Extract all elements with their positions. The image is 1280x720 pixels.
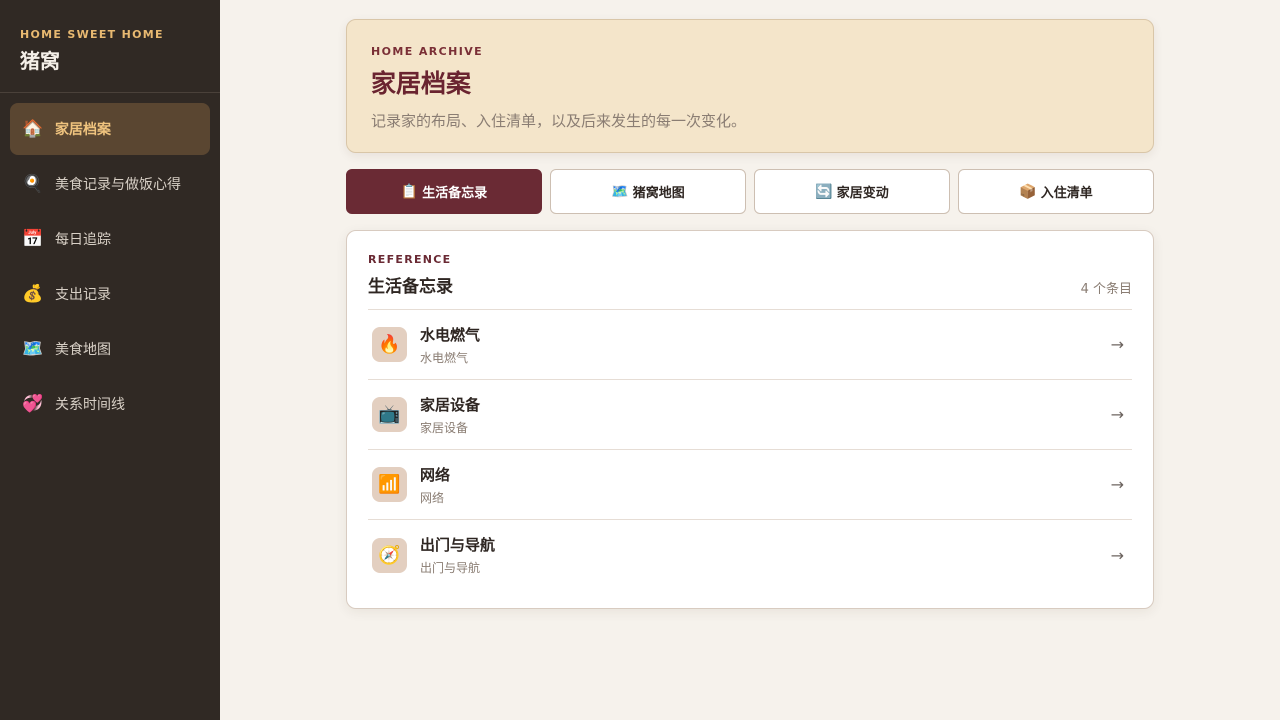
hero-banner: HOME ARCHIVE 家居档案 记录家的布局、入住清单，以及后来发生的每一次… [346, 19, 1154, 153]
list-item-text: 出门与导航 出门与导航 [420, 534, 1111, 576]
tab-label: 入住清单 [1040, 186, 1093, 201]
clipboard-icon: 📋 [400, 183, 419, 200]
tab-move-in-checklist[interactable]: 📦 入住清单 [958, 169, 1154, 214]
list-item-home-devices[interactable]: 📺 家居设备 家居设备 → [368, 380, 1132, 450]
list-item-title: 出门与导航 [420, 536, 496, 554]
list-item-text: 网络 网络 [420, 464, 1111, 506]
arrow-right-icon: → [1110, 545, 1124, 565]
card-header: 生活备忘录 4 个条目 [368, 272, 1132, 310]
money-bag-icon: 💰 [22, 284, 44, 304]
reference-card: REFERENCE 生活备忘录 4 个条目 🔥 水电燃气 水电燃气 → 📺 家居… [346, 230, 1154, 609]
arrow-right-icon: → [1110, 335, 1124, 354]
arrow-right-icon: → [1110, 405, 1124, 424]
list-item-subtitle: 水电燃气 [420, 350, 469, 365]
frying-pan-icon: 🍳 [22, 174, 44, 194]
list-item-subtitle: 网络 [420, 490, 445, 505]
tab-label: 猪窝地图 [632, 186, 685, 201]
tab-label: 生活备忘录 [422, 186, 488, 201]
list-item-text: 家居设备 家居设备 [420, 394, 1111, 436]
compass-icon: 🧭 [372, 537, 407, 573]
refresh-icon: 🔄 [815, 183, 833, 200]
calendar-icon: 📅 [22, 229, 44, 249]
sidebar-item-food-notes[interactable]: 🍳 美食记录与做饭心得 [10, 158, 210, 210]
list-item-subtitle: 家居设备 [420, 420, 469, 435]
list-item-network[interactable]: 📶 网络 网络 → [368, 450, 1132, 520]
item-count: 4 个条目 [1080, 282, 1132, 297]
card-kicker: REFERENCE [368, 253, 452, 266]
fire-icon: 🔥 [372, 327, 407, 362]
sidebar-item-daily-tracking[interactable]: 📅 每日追踪 [10, 213, 210, 265]
tab-home-map[interactable]: 🗺️ 猪窝地图 [550, 169, 746, 214]
sidebar-item-label: 美食地图 [55, 342, 111, 358]
list-item-utilities[interactable]: 🔥 水电燃气 水电燃气 → [368, 310, 1132, 380]
list-item-title: 水电燃气 [420, 325, 481, 344]
page-title: 家居档案 [371, 69, 472, 98]
page-description: 记录家的布局、入住清单，以及后来发生的每一次变化。 [371, 112, 747, 130]
package-icon: 📦 [1019, 183, 1037, 200]
arrow-right-icon: → [1110, 475, 1124, 494]
card-title: 生活备忘录 [368, 277, 453, 297]
list-item-title: 家居设备 [420, 395, 481, 414]
hearts-icon: 💞 [22, 394, 44, 414]
brand: HOME SWEET HOME 猪窝 [0, 0, 220, 93]
sidebar-item-label: 支出记录 [55, 287, 111, 303]
list-item-subtitle: 出门与导航 [420, 561, 481, 575]
map-icon: 🗺️ [22, 339, 44, 359]
sidebar-nav: 🏠 家居档案 🍳 美食记录与做饭心得 📅 每日追踪 💰 支出记录 🗺️ 美食地图… [0, 93, 220, 443]
signal-bars-icon: 📶 [372, 467, 407, 502]
map-icon: 🗺️ [611, 183, 629, 200]
sidebar-item-home-archive[interactable]: 🏠 家居档案 [10, 103, 210, 155]
sidebar-item-label: 家居档案 [55, 122, 111, 138]
tab-home-changes[interactable]: 🔄 家居变动 [754, 169, 950, 214]
sidebar-item-relationship-timeline[interactable]: 💞 关系时间线 [10, 378, 210, 430]
brand-title: 猪窝 [20, 49, 60, 73]
sidebar-item-label: 关系时间线 [55, 397, 125, 413]
tab-bar: 📋 生活备忘录 🗺️ 猪窝地图 🔄 家居变动 📦 入住清单 [346, 169, 1154, 214]
list-item-travel-navigation[interactable]: 🧭 出门与导航 出门与导航 → [368, 520, 1132, 590]
house-icon: 🏠 [22, 119, 44, 139]
sidebar: HOME SWEET HOME 猪窝 🏠 家居档案 🍳 美食记录与做饭心得 📅 … [0, 0, 220, 720]
tab-life-memo[interactable]: 📋 生活备忘录 [346, 169, 542, 214]
hero-kicker: HOME ARCHIVE [371, 45, 484, 58]
sidebar-item-expenses[interactable]: 💰 支出记录 [10, 268, 210, 320]
brand-subtitle: HOME SWEET HOME [20, 28, 164, 41]
sidebar-item-label: 美食记录与做饭心得 [55, 177, 181, 193]
television-icon: 📺 [372, 397, 407, 432]
list-item-text: 水电燃气 水电燃气 [420, 324, 1111, 366]
tab-label: 家居变动 [836, 186, 889, 201]
sidebar-item-label: 每日追踪 [55, 232, 111, 248]
sidebar-item-food-map[interactable]: 🗺️ 美食地图 [10, 323, 210, 375]
list-item-title: 网络 [420, 465, 451, 484]
